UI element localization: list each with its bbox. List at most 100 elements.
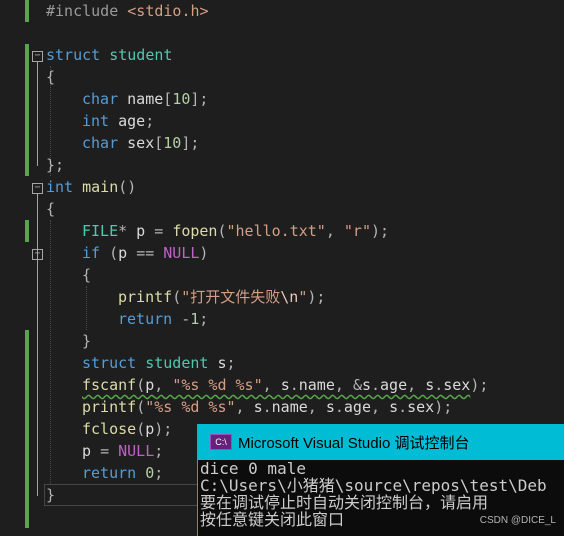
watermark: CSDN @DICE_L xyxy=(479,515,556,526)
code-token: == xyxy=(136,244,155,262)
code-token: return xyxy=(82,464,137,482)
code-token: () xyxy=(118,178,137,196)
code-token: . xyxy=(434,376,444,394)
console-title-bar[interactable]: C:\ Microsoft Visual Studio 调试控制台 xyxy=(198,424,564,460)
code-token: , xyxy=(371,398,390,416)
collapse-struct-icon[interactable] xyxy=(32,51,43,62)
code-token: } xyxy=(46,486,56,504)
code-token: if xyxy=(82,244,101,262)
code-token: }; xyxy=(46,156,65,174)
code-token: { xyxy=(46,200,56,218)
code-token: ( xyxy=(172,288,182,306)
code-token: , xyxy=(235,398,254,416)
code-token: . xyxy=(398,398,408,416)
code-token: name xyxy=(298,376,335,394)
code-token: { xyxy=(46,68,56,86)
code-token: ( xyxy=(136,376,146,394)
code-token: s xyxy=(389,398,399,416)
code-token: ; xyxy=(154,442,164,460)
code-token: ; xyxy=(154,464,164,482)
code-token: 1 xyxy=(190,310,200,328)
code-line[interactable]: FILE* p = fopen("hello.txt", "r"); xyxy=(82,220,389,242)
change-marker xyxy=(25,220,29,242)
code-line[interactable]: return 0; xyxy=(82,462,163,484)
code-line[interactable]: fclose(p); xyxy=(82,418,172,440)
code-line[interactable]: printf("%s %d %s", s.name, s.age, s.sex)… xyxy=(82,396,452,418)
code-line[interactable]: #include <stdio.h> xyxy=(46,0,209,22)
code-token: "hello.txt" xyxy=(226,222,326,240)
code-token: student xyxy=(145,354,209,372)
code-token: , xyxy=(325,222,344,240)
code-token: " xyxy=(298,288,308,306)
code-line[interactable]: { xyxy=(46,66,55,88)
code-token: ( xyxy=(136,398,146,416)
code-token: ); xyxy=(470,376,489,394)
code-line[interactable]: int age; xyxy=(82,110,154,132)
code-token: ; xyxy=(145,112,155,130)
code-token: student xyxy=(109,46,173,64)
code-token: - xyxy=(181,310,191,328)
console-output-line: dice 0 male xyxy=(200,460,306,477)
code-token: 10 xyxy=(163,134,182,152)
code-token: s xyxy=(361,376,371,394)
code-token: main xyxy=(82,178,119,196)
code-token: s xyxy=(425,376,435,394)
fold-line xyxy=(37,194,38,496)
code-line[interactable]: { xyxy=(82,264,91,286)
code-line[interactable]: printf("打开文件失败\n"); xyxy=(118,286,325,308)
code-token: age xyxy=(109,112,146,130)
code-line[interactable]: return -1; xyxy=(118,308,208,330)
current-line-highlight xyxy=(44,484,204,506)
code-token: 0 xyxy=(145,464,155,482)
code-token: sex xyxy=(118,134,155,152)
code-token: ); xyxy=(307,288,326,306)
code-token: ); xyxy=(371,222,390,240)
code-token: 10 xyxy=(172,90,191,108)
code-token: = xyxy=(100,442,110,460)
code-token: "打开文件失败 xyxy=(181,288,281,306)
code-token: [ xyxy=(163,90,173,108)
code-token: ( xyxy=(109,244,119,262)
collapse-if-icon[interactable] xyxy=(32,249,43,260)
code-token: sex xyxy=(443,376,471,394)
code-line[interactable]: } xyxy=(46,484,55,506)
code-token: p xyxy=(127,222,155,240)
code-token: ( xyxy=(217,222,227,240)
collapse-main-icon[interactable] xyxy=(32,183,43,194)
code-token: , xyxy=(307,398,326,416)
code-line[interactable]: p = NULL; xyxy=(82,440,163,462)
code-token: char xyxy=(82,134,119,152)
code-token: NULL xyxy=(163,244,200,262)
code-token: "r" xyxy=(343,222,371,240)
code-line[interactable]: if (p == NULL) xyxy=(82,242,208,264)
indent-guide xyxy=(86,286,87,330)
code-line[interactable]: fscanf(p, "%s %d %s", s.name, &s.age, s.… xyxy=(82,374,488,396)
code-token: NULL xyxy=(118,442,155,460)
code-token: \n xyxy=(280,288,299,306)
code-token: , xyxy=(154,376,173,394)
code-line[interactable]: char name[10]; xyxy=(82,88,208,110)
code-line[interactable]: { xyxy=(46,198,55,220)
code-token: ]; xyxy=(190,90,209,108)
code-token: fscanf xyxy=(82,376,137,394)
code-line[interactable]: int main() xyxy=(46,176,136,198)
code-line[interactable]: } xyxy=(82,330,91,352)
code-token: fclose xyxy=(82,420,137,438)
code-token: . xyxy=(334,398,344,416)
code-line[interactable]: struct student xyxy=(46,44,172,66)
code-token: #include xyxy=(46,2,128,20)
code-token: age xyxy=(343,398,371,416)
code-token: int xyxy=(46,178,74,196)
code-line[interactable]: char sex[10]; xyxy=(82,132,199,154)
code-line[interactable]: }; xyxy=(46,154,64,176)
code-token: name xyxy=(271,398,308,416)
indent-guide xyxy=(50,220,51,484)
code-token: p xyxy=(82,442,101,460)
code-line[interactable]: struct student s; xyxy=(82,352,236,374)
